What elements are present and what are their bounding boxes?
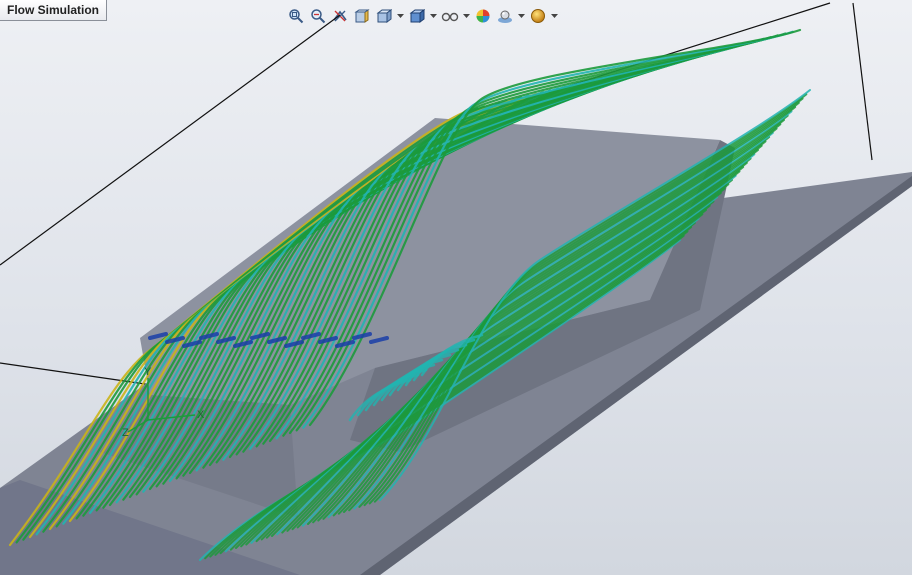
triad-x-label: X: [197, 409, 205, 421]
triad-y-label: Y: [144, 366, 152, 378]
triad-z-label: Z: [122, 427, 129, 439]
graphics-viewport[interactable]: Y X Z: [0, 0, 912, 575]
